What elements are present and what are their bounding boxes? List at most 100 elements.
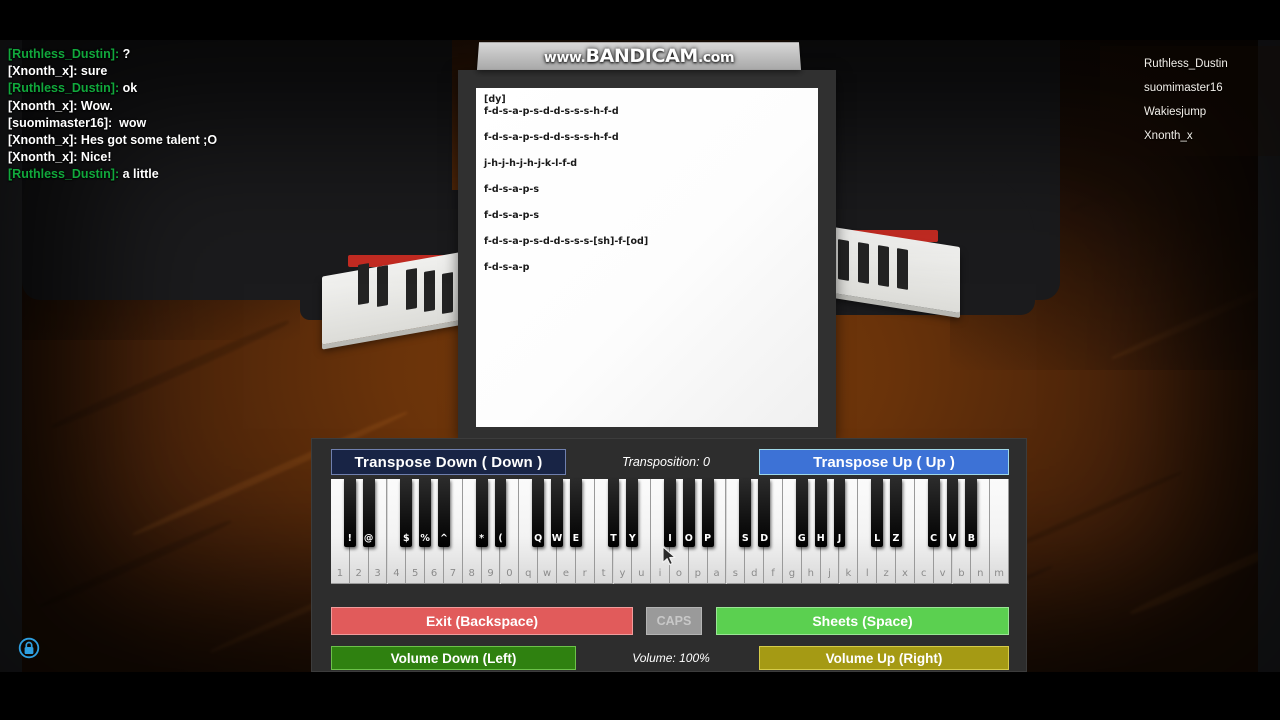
sheet-music-text-area[interactable]: [dy] f-d-s-a-p-s-d-d-s-s-s-h-f-d f-d-s-a-p…	[476, 88, 818, 427]
piano-black-key[interactable]: L	[871, 479, 883, 547]
sheet-music-line: f-d-s-a-p-s	[484, 184, 540, 195]
piano-black-key[interactable]: S	[739, 479, 752, 547]
piano-black-key[interactable]: *	[475, 479, 488, 547]
sheets-button[interactable]: Sheets (Space)	[716, 607, 1009, 635]
piano-white-key-label: s	[732, 568, 739, 579]
bandicam-watermark: www.BANDICAM.com	[476, 42, 802, 70]
mouse-cursor-svg	[662, 546, 676, 566]
piano-white-key-label: q	[525, 568, 532, 579]
chat-username: [suomimaster16]:	[8, 115, 113, 130]
piano-white-key-label: r	[582, 568, 587, 579]
mouse-cursor	[662, 546, 678, 573]
chat-username: [Xnonth_x]:	[8, 150, 78, 165]
piano-black-key-label: P	[704, 533, 712, 544]
piano-black-key[interactable]: ^	[438, 479, 450, 547]
piano-white-key[interactable]: m	[990, 479, 1009, 584]
player-list-item[interactable]: Ruthless_Dustin	[1100, 52, 1280, 76]
sheet-music-line: f-d-s-a-p-s-d-d-s-s-s-h-f-d	[484, 106, 619, 117]
bandicam-watermark-text: www.BANDICAM.com	[543, 45, 734, 67]
piano-black-key[interactable]: T	[607, 479, 620, 547]
piano-black-key[interactable]: W	[551, 479, 563, 547]
piano-black-key[interactable]: J	[833, 479, 846, 547]
piano-black-key[interactable]: I	[664, 479, 676, 547]
piano-black-key-label: W	[551, 533, 563, 544]
sheet-music-line: f-d-s-a-p-s-d-d-s-s-s-h-f-d	[484, 132, 619, 143]
piano-black-key-label: ^	[440, 533, 448, 544]
volume-down-button[interactable]: Volume Down (Left)	[331, 646, 576, 670]
chat-log: [Ruthless_Dustin]: ? [Xnonth_x]: sure [Rut…	[8, 46, 428, 184]
piano-black-key-label: G	[797, 533, 806, 544]
watermark-brand: BANDICAM	[585, 45, 699, 67]
piano-black-key[interactable]: V	[946, 479, 959, 547]
chat-username: [Ruthless_Dustin]:	[8, 167, 120, 182]
piano-black-key-label: %	[420, 533, 430, 544]
chat-message: [Xnonth_x]: Hes got some talent ;O	[8, 132, 428, 149]
player-list-item[interactable]: Xnonth_x	[1100, 124, 1280, 148]
chat-text: ok	[119, 81, 138, 96]
piano-black-key[interactable]: !	[343, 479, 356, 547]
sheet-music-line: f-d-s-a-p-s	[484, 210, 540, 221]
piano-black-key-label: H	[816, 533, 825, 544]
volume-up-button[interactable]: Volume Up (Right)	[759, 646, 1009, 670]
piano-white-key-label: b	[958, 568, 965, 579]
piano-black-key[interactable]: D	[758, 479, 770, 547]
chat-text: Wow.	[77, 98, 113, 113]
sheet-music-panel[interactable]: [dy] f-d-s-a-p-s-d-d-s-s-s-h-f-d f-d-s-a-p…	[458, 70, 836, 438]
piano-black-key-label: I	[668, 533, 672, 544]
sheet-music-line: j-h-j-h-j-h-j-k-l-f-d	[484, 158, 578, 169]
piano-white-key-label: 7	[449, 568, 457, 579]
piano-black-key[interactable]: E	[569, 479, 582, 547]
transpose-down-button[interactable]: Transpose Down ( Down )	[331, 449, 566, 475]
player-list-item[interactable]: suomimaster16	[1100, 76, 1280, 100]
exit-button[interactable]: Exit (Backspace)	[331, 607, 633, 635]
piano-white-key-label: v	[939, 568, 946, 579]
piano-black-key[interactable]: O	[682, 479, 695, 547]
sheet-music-line: f-d-s-a-p-s-d-d-s-s-s-[sh]-f-[od]	[484, 236, 649, 247]
lock-icon[interactable]	[18, 637, 40, 659]
piano-black-key[interactable]: Y	[626, 479, 639, 547]
game-screenshot: [Ruthless_Dustin]: ? [Xnonth_x]: sure [Rut…	[0, 0, 1280, 720]
piano-white-key-label: w	[542, 568, 552, 579]
piano-black-key[interactable]: P	[701, 479, 714, 547]
piano-black-key-label: V	[948, 533, 957, 544]
letterbox-top	[0, 0, 1280, 40]
piano-white-key-label: 6	[430, 568, 438, 579]
player-list-item[interactable]: Wakiesjump	[1100, 100, 1280, 124]
sheet-music-line: f-d-s-a-p	[484, 262, 530, 273]
piano-black-key[interactable]: $	[400, 479, 413, 547]
piano-black-key[interactable]: Q	[532, 479, 544, 547]
chat-message: [suomimaster16]: wow	[8, 115, 428, 132]
piano-black-key-label: J	[837, 533, 842, 544]
player-list[interactable]: Ruthless_Dustin suomimaster16 Wakiesjump Xn…	[1100, 46, 1280, 156]
piano-white-key-label: t	[601, 568, 606, 579]
piano-white-key-label: f	[771, 568, 775, 579]
sheet-music-line: [dy]	[484, 94, 506, 105]
piano-black-key[interactable]: H	[814, 479, 827, 547]
caps-toggle-button[interactable]: CAPS	[646, 607, 702, 635]
piano-white-key-label: u	[638, 568, 645, 579]
piano-black-key[interactable]: Z	[890, 479, 902, 547]
piano-black-key-label: Q	[534, 533, 543, 544]
piano-white-key-label: z	[883, 568, 889, 579]
piano-white-key-label: x	[901, 568, 908, 579]
piano-black-key-label: $	[403, 533, 410, 544]
piano-black-key-label: Y	[628, 533, 636, 544]
piano-black-key-label: Z	[892, 533, 900, 544]
piano-white-key-label: l	[865, 568, 869, 579]
chat-text: sure	[77, 64, 108, 79]
transposition-value: Transposition: 0	[621, 455, 710, 469]
chat-message: [Xnonth_x]: Wow.	[8, 98, 428, 115]
chat-message: [Ruthless_Dustin]: ok	[8, 80, 428, 97]
piano-white-key-label: e	[562, 568, 569, 579]
piano-black-key[interactable]: C	[927, 479, 940, 547]
piano-black-key[interactable]: %	[419, 479, 431, 547]
piano-black-key[interactable]: B	[965, 479, 978, 547]
piano-black-key[interactable]: @	[362, 479, 375, 547]
piano-black-key-label: !	[347, 533, 352, 544]
transpose-up-button[interactable]: Transpose Up ( Up )	[759, 449, 1009, 475]
piano-white-key-label: 2	[355, 568, 362, 579]
chat-username: [Ruthless_Dustin]:	[8, 47, 120, 61]
piano-black-key[interactable]: (	[494, 479, 507, 547]
piano-white-key-label: 4	[393, 568, 400, 579]
piano-black-key[interactable]: G	[795, 479, 808, 547]
